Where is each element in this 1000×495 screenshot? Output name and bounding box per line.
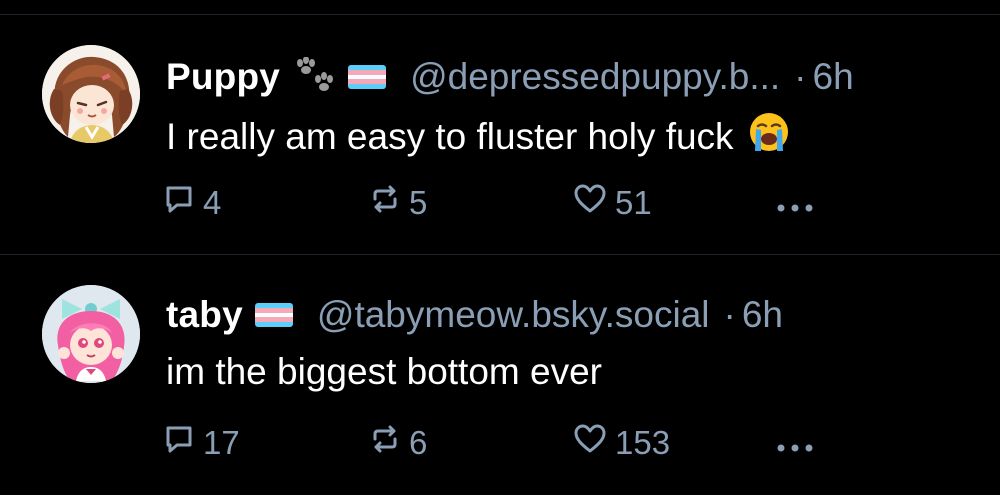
reply-button[interactable]: 17 xyxy=(163,423,240,463)
paw-prints-icon xyxy=(292,57,336,97)
like-count: 51 xyxy=(615,184,652,221)
handle[interactable]: @depressedpuppy.b... xyxy=(410,56,780,98)
post-header: Puppy @depressedpuppy.b... · 6h xyxy=(166,55,854,99)
post-text: im the biggest bottom ever xyxy=(166,351,602,392)
post-actions: 17 6 153 xyxy=(163,423,983,463)
separator-dot: · xyxy=(794,56,807,97)
post-text-container: im the biggest bottom ever xyxy=(166,351,602,393)
post[interactable]: taby @tabymeow.bsky.social · 6h im the b… xyxy=(0,255,1000,495)
repost-count: 5 xyxy=(409,184,428,221)
trans-flag-icon xyxy=(348,65,387,89)
like-button[interactable]: 51 xyxy=(573,183,652,223)
repost-button[interactable]: 5 xyxy=(369,183,427,223)
ellipsis-icon xyxy=(775,184,815,222)
heart-icon xyxy=(573,183,607,223)
display-name[interactable]: Puppy xyxy=(166,56,280,98)
loudly-crying-face-emoji xyxy=(748,111,790,162)
heart-icon xyxy=(573,423,607,463)
like-count: 153 xyxy=(615,424,671,461)
handle[interactable]: @tabymeow.bsky.social xyxy=(317,294,710,336)
timestamp[interactable]: 6h xyxy=(742,294,783,336)
more-options-button[interactable] xyxy=(775,183,815,223)
reply-count: 17 xyxy=(203,424,240,461)
display-name[interactable]: taby xyxy=(166,294,243,336)
timestamp[interactable]: 6h xyxy=(813,56,854,98)
repost-button[interactable]: 6 xyxy=(369,423,427,463)
post[interactable]: Puppy @depressedpuppy.b... · 6h I really… xyxy=(0,15,1000,255)
more-options-button[interactable] xyxy=(775,423,815,463)
post-text: I really am easy to fluster holy fuck xyxy=(166,115,734,157)
repost-icon xyxy=(369,423,401,463)
repost-count: 6 xyxy=(409,424,428,461)
reply-count: 4 xyxy=(203,184,222,221)
avatar[interactable] xyxy=(42,285,140,383)
ellipsis-icon xyxy=(775,424,815,462)
post-header: taby @tabymeow.bsky.social · 6h xyxy=(166,293,783,337)
separator-dot: · xyxy=(723,294,736,335)
reply-icon xyxy=(163,423,195,463)
like-button[interactable]: 153 xyxy=(573,423,670,463)
reply-button[interactable]: 4 xyxy=(163,183,221,223)
post-actions: 4 5 51 xyxy=(163,183,983,223)
reply-icon xyxy=(163,183,195,223)
post-text-container: I really am easy to fluster holy fuck xyxy=(166,111,790,162)
repost-icon xyxy=(369,183,401,223)
trans-flag-icon xyxy=(254,303,293,327)
avatar[interactable] xyxy=(42,45,140,143)
